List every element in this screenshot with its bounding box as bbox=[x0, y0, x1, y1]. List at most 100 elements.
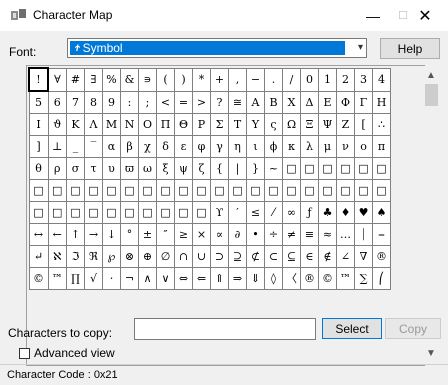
character-cell[interactable]: □ bbox=[246, 179, 265, 202]
character-cell[interactable]: η bbox=[228, 135, 247, 158]
character-cell[interactable]: χ bbox=[138, 135, 157, 158]
character-cell[interactable]: ⊇ bbox=[228, 245, 247, 268]
character-cell[interactable]: □ bbox=[228, 179, 247, 202]
character-cell[interactable]: Α bbox=[246, 90, 265, 114]
advanced-view-option[interactable]: Advanced view bbox=[19, 346, 115, 360]
character-cell[interactable]: □ bbox=[192, 201, 211, 224]
character-cell[interactable]: ← bbox=[47, 223, 67, 246]
character-cell[interactable]: σ bbox=[66, 157, 85, 180]
character-cell[interactable]: ≈ bbox=[318, 223, 337, 246]
character-cell[interactable]: □ bbox=[318, 179, 337, 202]
copy-button[interactable]: Copy bbox=[385, 318, 441, 339]
character-cell[interactable]: □ bbox=[84, 201, 103, 224]
character-cell[interactable]: □ bbox=[300, 179, 319, 202]
character-cell[interactable]: □ bbox=[282, 157, 301, 180]
character-cell[interactable]: ℘ bbox=[102, 245, 121, 268]
character-cell[interactable]: ® bbox=[300, 267, 319, 290]
character-cell[interactable]: 6 bbox=[47, 90, 67, 114]
character-cell[interactable]: ⊆ bbox=[282, 245, 301, 268]
character-cell[interactable]: | bbox=[228, 157, 247, 180]
character-cell[interactable]: □ bbox=[28, 179, 49, 202]
character-cell[interactable]: □ bbox=[174, 179, 193, 202]
character-cell[interactable]: Β bbox=[264, 90, 283, 114]
character-cell[interactable]: ⁄ bbox=[264, 201, 283, 224]
help-button[interactable]: Help bbox=[380, 38, 440, 59]
character-cell[interactable]: □ bbox=[156, 179, 175, 202]
character-cell[interactable]: Μ bbox=[102, 113, 121, 136]
character-cell[interactable]: □ bbox=[354, 157, 373, 180]
character-cell[interactable]: / bbox=[282, 67, 301, 92]
character-cell[interactable]: α bbox=[102, 135, 121, 158]
character-cell[interactable]: © bbox=[318, 267, 337, 290]
character-cell[interactable]: 7 bbox=[66, 90, 85, 114]
character-cell[interactable]: ∃ bbox=[84, 67, 103, 92]
character-cell[interactable]: Φ bbox=[336, 90, 355, 114]
character-cell[interactable]: [ bbox=[354, 113, 373, 136]
character-cell[interactable]: ≤ bbox=[246, 201, 265, 224]
character-cell[interactable]: Η bbox=[372, 90, 391, 114]
character-cell[interactable]: ∈ bbox=[300, 245, 319, 268]
character-cell[interactable]: ϕ bbox=[264, 135, 283, 158]
character-cell[interactable]: • bbox=[246, 223, 265, 246]
character-cell[interactable]: □ bbox=[66, 201, 85, 224]
character-cell[interactable]: ↔ bbox=[28, 223, 49, 246]
character-cell[interactable]: □ bbox=[336, 157, 355, 180]
character-cell[interactable]: □ bbox=[102, 179, 121, 202]
character-cell[interactable]: ⇓ bbox=[246, 267, 265, 290]
character-cell[interactable]: Ν bbox=[120, 113, 139, 136]
character-cell[interactable]: * bbox=[192, 67, 211, 92]
character-cell[interactable]: Σ bbox=[210, 113, 229, 136]
character-cell[interactable]: 0 bbox=[300, 67, 319, 92]
character-cell[interactable]: Λ bbox=[84, 113, 103, 136]
character-cell[interactable]: ÷ bbox=[264, 223, 283, 246]
character-cell[interactable]: κ bbox=[282, 135, 301, 158]
character-cell[interactable]: □ bbox=[354, 179, 373, 202]
character-cell[interactable]: ″ bbox=[156, 223, 175, 246]
character-cell[interactable]: β bbox=[120, 135, 139, 158]
character-cell[interactable]: ♥ bbox=[354, 201, 373, 224]
character-cell[interactable]: ℵ bbox=[47, 245, 67, 268]
character-cell[interactable]: □ bbox=[264, 179, 283, 202]
character-cell[interactable]: ℑ bbox=[66, 245, 85, 268]
advanced-view-checkbox[interactable] bbox=[19, 347, 30, 359]
character-cell[interactable]: ↓ bbox=[102, 223, 121, 246]
character-cell[interactable]: ι bbox=[246, 135, 265, 158]
character-cell[interactable]: ≥ bbox=[174, 223, 193, 246]
character-cell[interactable]: Θ bbox=[174, 113, 193, 136]
character-cell[interactable]: □ bbox=[120, 201, 139, 224]
character-cell[interactable]: ψ bbox=[174, 157, 193, 180]
character-cell[interactable]: ∍ bbox=[138, 67, 157, 92]
character-cell[interactable]: 9 bbox=[102, 90, 121, 114]
character-cell[interactable]: ; bbox=[138, 90, 157, 114]
character-cell[interactable]: Ω bbox=[282, 113, 301, 136]
character-cell[interactable]: Χ bbox=[282, 90, 301, 114]
character-cell[interactable]: © bbox=[28, 267, 49, 290]
character-cell[interactable]: □ bbox=[138, 201, 157, 224]
character-cell[interactable]: ς bbox=[264, 113, 283, 136]
character-cell[interactable]: ≡ bbox=[300, 223, 319, 246]
character-cell[interactable]: □ bbox=[47, 201, 67, 224]
character-cell[interactable]: ® bbox=[372, 245, 391, 268]
character-cell[interactable]: & bbox=[120, 67, 139, 92]
character-cell[interactable]: υ bbox=[102, 157, 121, 180]
character-cell[interactable]: ∏ bbox=[66, 267, 85, 290]
character-cell[interactable]: □ bbox=[120, 179, 139, 202]
character-cell[interactable]: ∨ bbox=[156, 267, 175, 290]
scroll-up-icon[interactable]: ▲ bbox=[426, 70, 436, 81]
character-cell[interactable]: λ bbox=[300, 135, 319, 158]
character-cell[interactable]: Π bbox=[156, 113, 175, 136]
character-cell[interactable]: ∝ bbox=[210, 223, 229, 246]
character-cell[interactable]: ρ bbox=[47, 157, 67, 180]
character-cell[interactable]: □ bbox=[102, 201, 121, 224]
character-cell[interactable]: ≅ bbox=[228, 90, 247, 114]
character-cell[interactable]: ⇔ bbox=[174, 267, 193, 290]
character-cell[interactable]: ⊂ bbox=[264, 245, 283, 268]
character-cell[interactable]: ο bbox=[354, 135, 373, 158]
character-cell[interactable]: ℜ bbox=[84, 245, 103, 268]
character-cell[interactable]: □ bbox=[372, 157, 391, 180]
character-cell[interactable]: Υ bbox=[246, 113, 265, 136]
character-cell[interactable]: Γ bbox=[354, 90, 373, 114]
character-cell[interactable]: − bbox=[246, 67, 265, 92]
character-cell[interactable]: ? bbox=[210, 90, 229, 114]
character-cell[interactable]: 3 bbox=[354, 67, 373, 92]
